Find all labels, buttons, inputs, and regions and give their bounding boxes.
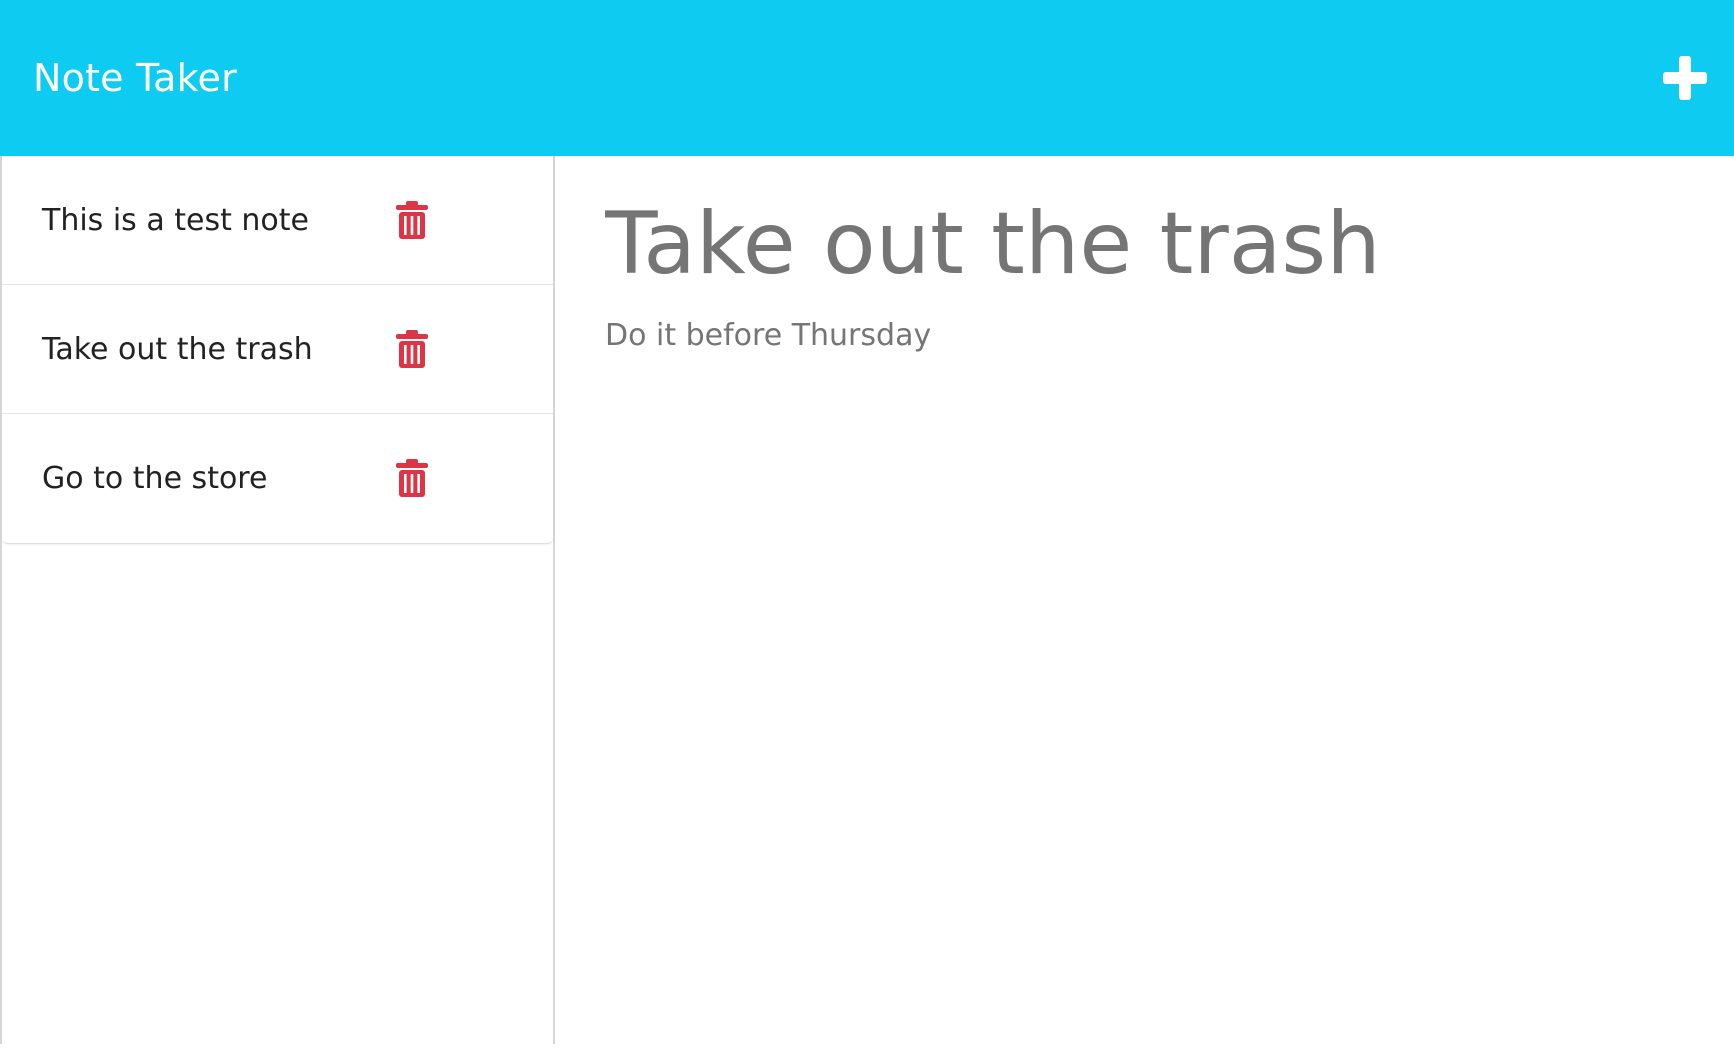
plus-icon <box>1663 56 1707 100</box>
delete-note-button[interactable] <box>394 200 430 240</box>
note-list-item[interactable]: This is a test note <box>2 156 553 285</box>
trash-icon <box>396 330 428 368</box>
trash-icon <box>396 201 428 239</box>
note-text-input[interactable]: Do it before Thursday <box>605 316 1705 996</box>
note-list-panel: This is a test note Take out the trash G… <box>0 156 555 1044</box>
delete-note-button[interactable] <box>394 329 430 369</box>
note-title-input[interactable] <box>605 184 1705 304</box>
delete-note-button[interactable] <box>394 458 430 498</box>
navbar: Note Taker <box>0 0 1734 156</box>
note-editor: Do it before Thursday <box>555 156 1734 1044</box>
note-list: This is a test note Take out the trash G… <box>2 156 553 544</box>
trash-icon <box>396 459 428 497</box>
note-list-item[interactable]: Take out the trash <box>2 285 553 414</box>
note-list-item-title: Take out the trash <box>42 332 313 367</box>
note-list-item-title: Go to the store <box>42 461 268 496</box>
note-list-item[interactable]: Go to the store <box>2 414 553 543</box>
note-list-item-title: This is a test note <box>42 203 309 238</box>
app-title: Note Taker <box>33 56 237 100</box>
new-note-button[interactable] <box>1655 48 1715 108</box>
